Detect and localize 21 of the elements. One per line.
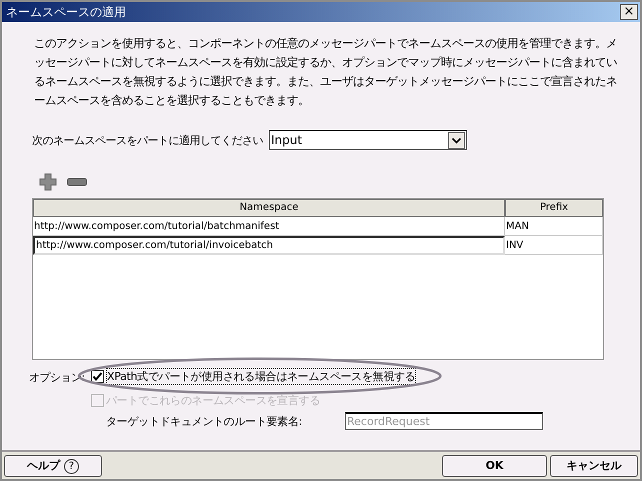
prefix-cell: INV (505, 236, 603, 255)
help-button[interactable]: ヘルプ ? (4, 454, 102, 476)
part-dropdown[interactable]: Input (269, 130, 467, 150)
namespace-input-field[interactable]: http://www.composer.com/tutorial/invoicebatch (33, 236, 505, 255)
cancel-button[interactable]: キャンセル (550, 454, 638, 476)
plus-icon[interactable] (39, 173, 57, 191)
column-header[interactable]: Prefix (505, 199, 603, 217)
window-title: ネームスペースの適用 (6, 4, 126, 20)
description-text: このアクションを使用すると、コンポーネントの任意のメッセージパートでネームスペースの使用を管理できます。メッセージパートに対してネームスペースを有効に設定するか、オプションでマップ時にメッセージパートに含まれているネームスペースを無視するように選択できます。また、ユーザはターゲットメッセージパートにここで宣言されたネームスペースを含めることを選択することもできます。 (34, 35, 618, 109)
root-element-label: ターゲットドキュメントのルート要素名: (106, 414, 304, 428)
ok-button[interactable]: OK (442, 454, 547, 476)
checkbox-label[interactable]: XPath式でパートが使用される場合はネームスペースを無視する (106, 368, 416, 384)
minus-icon[interactable] (67, 178, 87, 186)
root-element-input-field[interactable]: RecordRequest (345, 412, 543, 430)
close-button[interactable]: × (620, 4, 638, 20)
dropdown-caret-icon[interactable] (448, 132, 465, 148)
part-select-label: 次のネームスペースをパートに適用してください (32, 132, 264, 148)
column-header[interactable]: Namespace (33, 199, 505, 217)
checkbox[interactable] (91, 370, 104, 382)
table-row[interactable]: http://www.composer.com/tutorial/invoicebatch INV (33, 236, 603, 255)
prefix-cell: MAN (505, 217, 603, 236)
